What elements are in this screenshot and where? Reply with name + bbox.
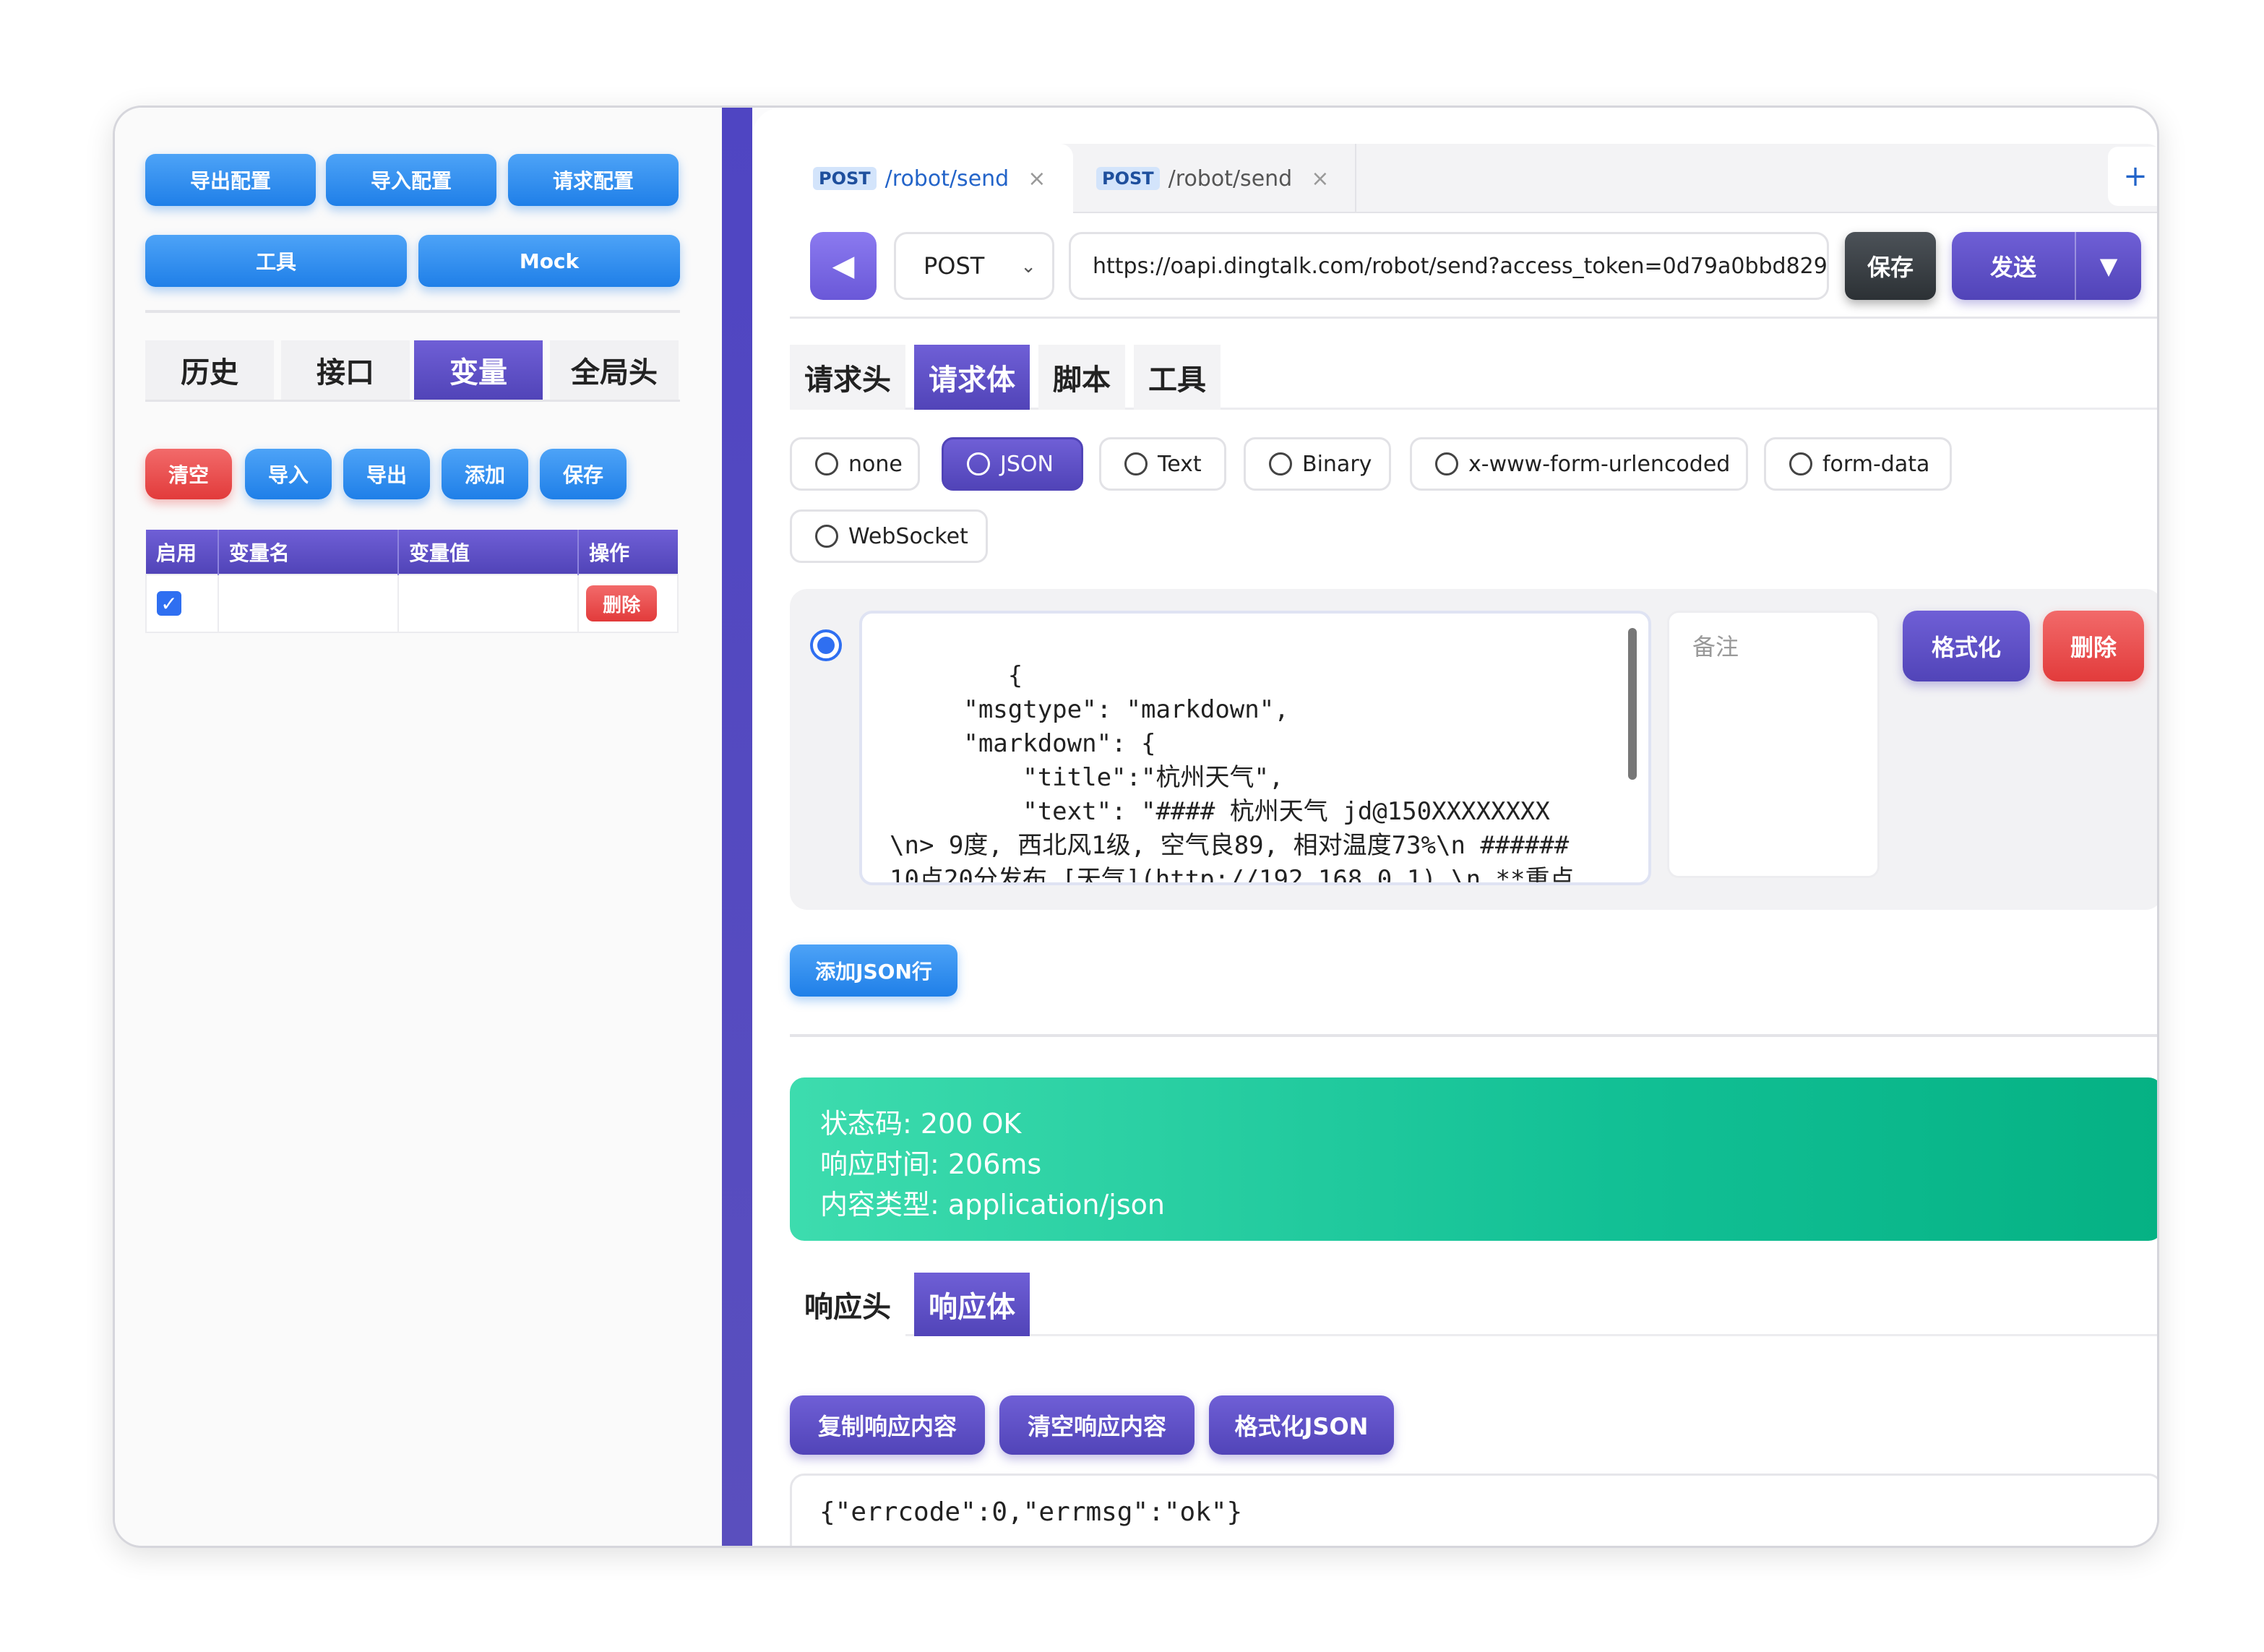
tab-response-body[interactable]: 响应体 <box>914 1273 1030 1336</box>
format-json-button[interactable]: 格式化JSON <box>1209 1395 1394 1455</box>
send-label: 发送 <box>1989 254 2036 281</box>
variable-value-cell[interactable] <box>397 574 580 633</box>
delete-row-button[interactable]: 删除 <box>586 585 658 621</box>
method-select[interactable]: POST ⌄ <box>894 232 1054 300</box>
response-tabs: 响应头 响应体 <box>790 1273 2157 1336</box>
panel-splitter[interactable] <box>722 108 752 1546</box>
request-section-tabs: 请求头 请求体 脚本 工具 <box>790 345 2157 410</box>
right-panel: POST /robot/send × POST /robot/send × + … <box>752 108 2157 1546</box>
save-variables-button[interactable]: 保存 <box>540 449 627 499</box>
request-tab-bar: POST /robot/send × POST /robot/send × + <box>790 144 2157 213</box>
note-field[interactable]: 备注 <box>1667 611 1880 878</box>
body-type-websocket[interactable]: WebSocket <box>790 509 988 563</box>
response-body: {"errcode":0,"errmsg":"ok"} <box>790 1474 2157 1546</box>
tab-global-headers[interactable]: 全局头 <box>550 340 679 400</box>
back-icon[interactable]: ◀ <box>810 232 877 300</box>
variable-name-cell[interactable] <box>217 574 399 633</box>
export-button[interactable]: 导出 <box>343 449 430 499</box>
add-json-row-button[interactable]: 添加JSON行 <box>790 945 957 997</box>
tab-response-headers[interactable]: 响应头 <box>790 1273 905 1336</box>
body-type-json[interactable]: JSON <box>942 437 1083 491</box>
add-button[interactable]: 添加 <box>442 449 528 499</box>
table-row: ✓ 删除 <box>145 574 679 633</box>
column-name: 变量名 <box>218 530 399 575</box>
format-button[interactable]: 格式化 <box>1903 611 2030 681</box>
status-code: 状态码: 200 OK <box>820 1108 1022 1140</box>
json-body-text: { "msgtype": "markdown", "markdown": { "… <box>890 661 1575 885</box>
tab-script[interactable]: 脚本 <box>1038 345 1125 410</box>
close-icon[interactable]: × <box>1311 166 1329 192</box>
clear-button[interactable]: 清空 <box>145 449 232 499</box>
column-action: 操作 <box>578 530 678 575</box>
variables-table: 启用 变量名 变量值 操作 ✓ 删除 <box>145 530 679 633</box>
request-bar: ◀ POST ⌄ https://oapi.dingtalk.com/robot… <box>790 213 2157 319</box>
radio-icon <box>815 452 838 476</box>
body-type-binary[interactable]: Binary <box>1244 437 1391 491</box>
url-input[interactable]: https://oapi.dingtalk.com/robot/send?acc… <box>1069 232 1829 300</box>
clear-response-button[interactable]: 清空响应内容 <box>999 1395 1195 1455</box>
enable-checkbox[interactable]: ✓ <box>157 591 181 616</box>
tools-button[interactable]: 工具 <box>145 235 407 287</box>
body-type-none[interactable]: none <box>790 437 920 491</box>
body-type-text[interactable]: Text <box>1099 437 1226 491</box>
request-tab[interactable]: POST /robot/send × <box>790 144 1073 213</box>
tab-tools[interactable]: 工具 <box>1134 345 1221 410</box>
tab-request-headers[interactable]: 请求头 <box>790 345 905 410</box>
mock-button[interactable]: Mock <box>418 235 680 287</box>
export-config-button[interactable]: 导出配置 <box>145 154 316 206</box>
json-body-editor[interactable]: { "msgtype": "markdown", "markdown": { "… <box>859 611 1651 885</box>
body-type-urlencoded[interactable]: x-www-form-urlencoded <box>1410 437 1748 491</box>
radio-icon <box>815 525 838 548</box>
radio-icon <box>1269 452 1292 476</box>
body-type-form-data[interactable]: form-data <box>1764 437 1952 491</box>
chevron-down-icon: ⌄ <box>1020 256 1036 278</box>
import-config-button[interactable]: 导入配置 <box>326 154 496 206</box>
tab-interfaces[interactable]: 接口 <box>281 340 410 400</box>
request-config-button[interactable]: 请求配置 <box>508 154 679 206</box>
method-value: POST <box>924 252 985 280</box>
add-tab-icon[interactable]: + <box>2108 147 2157 206</box>
column-enabled: 启用 <box>146 530 219 575</box>
tab-request-body[interactable]: 请求体 <box>914 345 1030 410</box>
divider <box>145 310 680 313</box>
json-row-radio[interactable] <box>810 629 842 661</box>
radio-icon <box>967 452 990 476</box>
import-button[interactable]: 导入 <box>245 449 332 499</box>
copy-response-button[interactable]: 复制响应内容 <box>790 1395 985 1455</box>
request-tab-path: /robot/send <box>1168 165 1293 192</box>
scrollbar[interactable] <box>1628 628 1637 780</box>
save-button[interactable]: 保存 <box>1845 232 1936 300</box>
column-value: 变量值 <box>397 530 580 575</box>
app-window: 导出配置 导入配置 请求配置 工具 Mock 历史 接口 变量 全局头 清空 导… <box>113 106 2159 1548</box>
radio-icon <box>1435 452 1458 476</box>
divider <box>790 1034 2157 1037</box>
left-panel: 导出配置 导入配置 请求配置 工具 Mock 历史 接口 变量 全局头 清空 导… <box>115 108 722 1546</box>
method-badge: POST <box>1096 167 1160 190</box>
request-tab[interactable]: POST /robot/send × <box>1073 144 1356 213</box>
tab-variables[interactable]: 变量 <box>414 340 543 400</box>
send-dropdown-icon[interactable]: ▼ <box>2076 252 2141 280</box>
response-time: 响应时间: 206ms <box>820 1148 1042 1180</box>
send-button[interactable]: 发送 ▼ <box>1952 232 2141 300</box>
radio-icon <box>1124 452 1148 476</box>
radio-icon <box>1789 452 1812 476</box>
response-status-banner: 状态码: 200 OK 响应时间: 206ms 内容类型: applicatio… <box>790 1077 2157 1241</box>
content-type: 内容类型: application/json <box>820 1189 1165 1221</box>
tab-history[interactable]: 历史 <box>145 340 274 400</box>
json-row: { "msgtype": "markdown", "markdown": { "… <box>790 589 2157 910</box>
tabs-underline <box>145 400 680 402</box>
close-icon[interactable]: × <box>1028 166 1046 192</box>
delete-button[interactable]: 删除 <box>2043 611 2144 681</box>
method-badge: POST <box>813 167 877 190</box>
request-tab-path: /robot/send <box>884 165 1010 192</box>
